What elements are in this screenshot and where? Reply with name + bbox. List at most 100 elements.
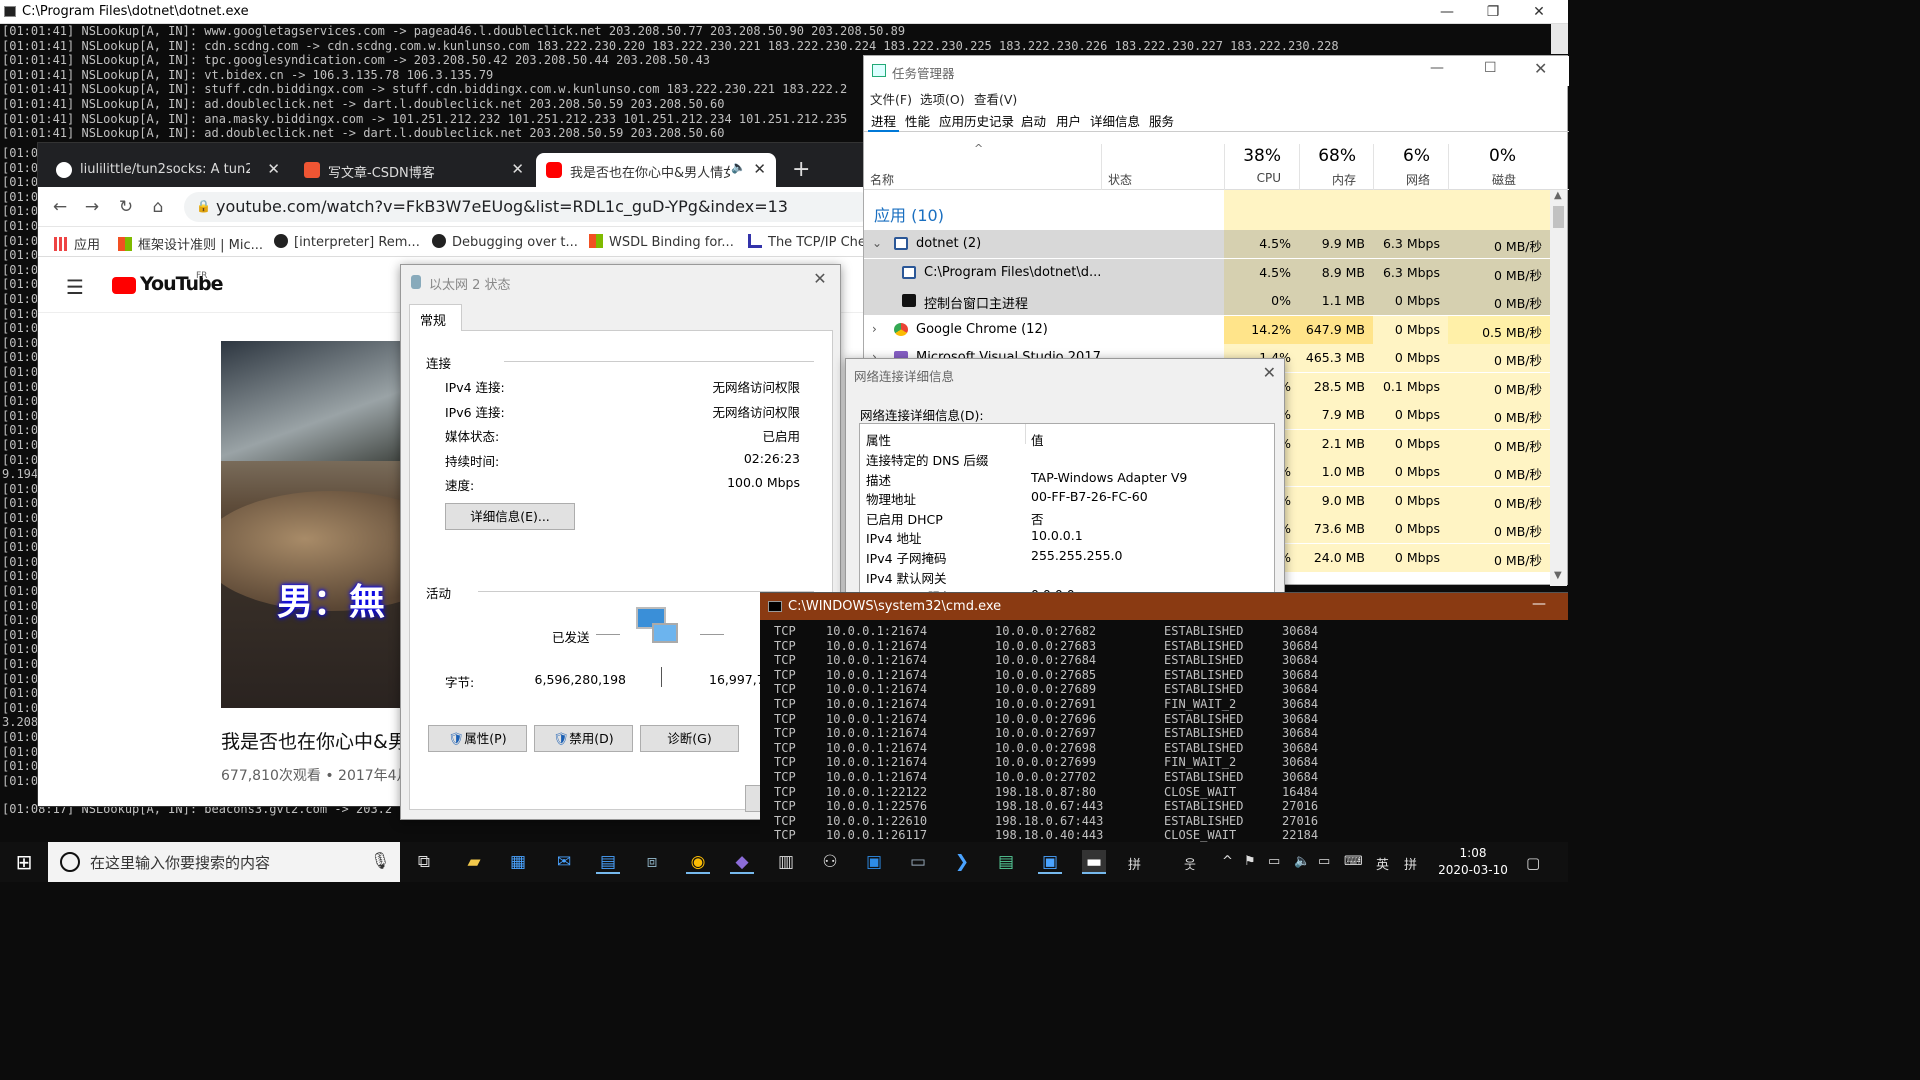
audio-icon[interactable]: 🔈: [731, 160, 746, 174]
network-percent[interactable]: 6%: [1370, 146, 1430, 166]
network-status-icon[interactable]: ▣: [1038, 850, 1062, 874]
bookmark-item[interactable]: Debugging over t...: [432, 234, 578, 250]
minimize-button[interactable]: —: [1532, 596, 1546, 612]
home-icon[interactable]: ⌂: [146, 195, 170, 219]
tray-app-icon[interactable]: ⚑: [1244, 854, 1256, 869]
network-tray-icon[interactable]: ▭: [1318, 854, 1330, 869]
chrome-tab-csdn[interactable]: 写文章-CSDN博客 ✕: [294, 153, 534, 187]
people-tray-icon[interactable]: 웃: [1184, 854, 1196, 873]
tab-performance[interactable]: 性能: [902, 111, 933, 130]
details-button[interactable]: 详细信息(E)...: [445, 503, 575, 530]
column-status[interactable]: 状态: [1108, 171, 1132, 188]
task-view-icon[interactable]: ⧉: [412, 850, 436, 874]
visual-studio-icon[interactable]: ◆: [730, 850, 754, 874]
close-tab-icon[interactable]: ✕: [511, 160, 524, 178]
task-manager-titlebar[interactable]: 任务管理器 — ☐ ✕: [864, 56, 1569, 86]
pinyin-icon[interactable]: 拼: [1128, 854, 1141, 873]
bookmark-item[interactable]: 框架设计准则 | Mic...: [118, 234, 263, 253]
cmd-titlebar[interactable]: C:\WINDOWS\system32\cmd.exe —: [760, 593, 1568, 620]
maximize-button[interactable]: ☐: [1484, 60, 1497, 76]
tab-details[interactable]: 详细信息: [1087, 111, 1143, 130]
bookmark-item[interactable]: WSDL Binding for...: [589, 234, 734, 250]
process-row[interactable]: 控制台窗口主进程 0% 1.1 MB 0 Mbps 0 MB/秒: [864, 287, 1550, 315]
details-list[interactable]: 属性 值 连接特定的 DNS 后缀 描述 TAP-Windows Adapter V…: [859, 423, 1275, 604]
taskbar-search[interactable]: 在这里输入你要搜索的内容 🎙: [48, 842, 400, 882]
scroll-up-icon[interactable]: ▲: [1554, 190, 1562, 201]
close-tab-icon[interactable]: ✕: [267, 160, 280, 178]
cortana-circle-icon[interactable]: [60, 852, 80, 872]
bookmark-item[interactable]: [interpreter] Rem...: [274, 234, 420, 250]
address-bar[interactable]: 🔒 youtube.com/watch?v=FkB3W7eEUog&list=R…: [184, 192, 868, 222]
close-button[interactable]: ✕: [1534, 59, 1547, 78]
disable-button[interactable]: 🛡禁用(D): [534, 725, 633, 752]
bookmark-apps[interactable]: 应用: [54, 234, 100, 253]
chevron-right-icon[interactable]: ›: [872, 322, 877, 336]
new-tab-button[interactable]: +: [792, 157, 810, 182]
battery-icon[interactable]: ▭: [1268, 854, 1280, 869]
tab-processes[interactable]: 进程: [868, 111, 900, 132]
column-network[interactable]: 网络: [1370, 171, 1430, 188]
cmd-taskbar-icon[interactable]: ▬: [1082, 850, 1106, 874]
chrome-tab-youtube[interactable]: 我是否也在你心中&男人情女 🔈 ✕: [536, 153, 776, 187]
diagnose-button[interactable]: 诊断(G): [640, 725, 739, 752]
close-button[interactable]: ✕: [1516, 0, 1562, 24]
network-app-icon[interactable]: ⧈: [640, 850, 664, 874]
menu-icon[interactable]: ☰: [66, 275, 84, 299]
tab-general[interactable]: 常规: [409, 304, 462, 331]
file-explorer-icon[interactable]: ▰: [462, 850, 486, 874]
system-clock[interactable]: 1:08 2020-03-10: [1438, 845, 1508, 879]
chevron-up-icon[interactable]: ^: [1222, 854, 1233, 869]
close-button[interactable]: ✕: [806, 269, 834, 293]
start-windows-icon[interactable]: ⊞: [12, 850, 36, 874]
store-icon[interactable]: ▦: [506, 850, 530, 874]
properties-button[interactable]: 🛡属性(P): [428, 725, 527, 752]
ime-pinyin[interactable]: 拼: [1404, 854, 1417, 873]
youtube-logo-icon[interactable]: [112, 277, 136, 294]
chrome-icon[interactable]: ◉: [686, 850, 710, 874]
keyboard-icon[interactable]: ⌨: [1344, 854, 1363, 869]
menu-view[interactable]: 查看(V): [974, 89, 1017, 108]
maximize-button[interactable]: ❐: [1470, 0, 1516, 24]
document-icon[interactable]: ▥: [774, 850, 798, 874]
tab-app-history[interactable]: 应用历史记录: [936, 111, 1017, 130]
people-icon[interactable]: ⚇: [818, 850, 842, 874]
menu-file[interactable]: 文件(F): [870, 89, 912, 108]
column-property[interactable]: 属性: [866, 430, 891, 449]
tab-users[interactable]: 用户: [1053, 111, 1084, 130]
back-icon[interactable]: ←: [48, 195, 72, 219]
console-scrollbar[interactable]: [1551, 24, 1568, 54]
minimize-button[interactable]: —: [1424, 0, 1470, 24]
scroll-down-icon[interactable]: ▼: [1554, 570, 1562, 581]
console-titlebar[interactable]: C:\Program Files\dotnet\dotnet.exe — ❐ ✕: [0, 0, 1568, 24]
chevron-down-icon[interactable]: ⌄: [872, 236, 882, 250]
process-row[interactable]: C:\Program Files\dotnet\d... 4.5% 8.9 MB 6.…: [864, 258, 1550, 287]
bookmark-item[interactable]: The TCP/IP Che: [748, 234, 866, 250]
remote-icon[interactable]: ▭: [906, 850, 930, 874]
volume-icon[interactable]: 🔈: [1294, 854, 1310, 869]
chrome-tab-github[interactable]: liulilittle/tun2socks: A tun2soc ✕: [46, 153, 290, 187]
powershell-icon[interactable]: ❯: [950, 850, 974, 874]
process-row[interactable]: › Google Chrome (12) 14.2% 647.9 MB 0 Mbps 0.…: [864, 315, 1550, 344]
app-icon[interactable]: ▣: [862, 850, 886, 874]
column-memory[interactable]: 内存: [1296, 171, 1356, 188]
disk-percent[interactable]: 0%: [1456, 146, 1516, 166]
process-list-scrollbar[interactable]: ▲ ▼: [1550, 190, 1567, 586]
mail-icon[interactable]: ✉: [552, 850, 576, 874]
forward-icon[interactable]: →: [80, 195, 104, 219]
ime-english[interactable]: 英: [1376, 854, 1389, 873]
sheet-icon[interactable]: ▤: [994, 850, 1018, 874]
minimize-button[interactable]: —: [1430, 60, 1444, 76]
video-player[interactable]: 男：無: [221, 341, 421, 708]
notification-icon[interactable]: ▢: [1526, 854, 1540, 872]
group-header-apps[interactable]: 应用 (10): [874, 202, 944, 226]
cpu-percent[interactable]: 38%: [1221, 146, 1281, 166]
menu-options[interactable]: 选项(O): [920, 89, 965, 108]
close-button[interactable]: ✕: [1263, 363, 1276, 382]
column-cpu[interactable]: CPU: [1221, 171, 1281, 185]
tab-services[interactable]: 服务: [1146, 111, 1177, 130]
column-disk[interactable]: 磁盘: [1456, 171, 1516, 188]
memory-percent[interactable]: 68%: [1296, 146, 1356, 166]
column-name[interactable]: 名称: [870, 171, 894, 188]
microphone-icon[interactable]: 🎙: [370, 851, 390, 870]
column-value[interactable]: 值: [1031, 430, 1044, 449]
